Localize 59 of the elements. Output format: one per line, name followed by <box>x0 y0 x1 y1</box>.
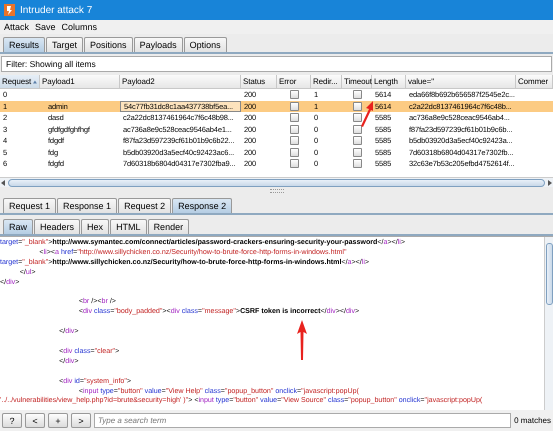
window-title: Intruder attack 7 <box>20 4 92 16</box>
checkbox[interactable] <box>290 113 298 122</box>
scrollbar-thumb[interactable] <box>8 178 545 186</box>
column-header[interactable]: Redir... <box>311 75 342 88</box>
tab[interactable]: Raw <box>3 219 34 234</box>
checkbox[interactable] <box>290 148 298 157</box>
checkbox[interactable] <box>352 159 362 168</box>
vertical-scrollbar[interactable] <box>544 237 553 410</box>
column-header[interactable]: Error <box>277 75 311 88</box>
column-header[interactable]: Timeout <box>342 75 372 88</box>
checkbox[interactable] <box>290 124 298 134</box>
column-header[interactable]: Status <box>241 75 277 88</box>
annotation-arrow <box>360 101 374 127</box>
splitter-handle[interactable] <box>270 189 284 193</box>
tab[interactable]: Payloads <box>134 37 183 52</box>
column-header[interactable]: Payload2 <box>120 75 241 88</box>
tab[interactable]: Request 1 <box>3 198 56 213</box>
search-field[interactable]: Type a search term <box>94 413 512 428</box>
tab[interactable]: Response 2 <box>172 198 232 213</box>
app-icon <box>4 4 15 16</box>
checkbox[interactable] <box>352 148 362 157</box>
menu-item[interactable]: Save <box>35 22 56 32</box>
search-nav-button[interactable]: < <box>25 413 45 428</box>
tab[interactable]: Hex <box>81 219 110 234</box>
scroll-right-icon[interactable] <box>547 180 552 186</box>
sort-arrow-icon <box>33 80 37 84</box>
checkbox[interactable] <box>352 90 362 100</box>
column-header[interactable]: Payload1 <box>40 75 120 88</box>
tab[interactable]: Headers <box>34 219 80 234</box>
checkbox[interactable] <box>290 102 298 111</box>
tab[interactable]: HTML <box>110 219 147 234</box>
tab[interactable]: Render <box>148 219 190 234</box>
menu-item[interactable]: Columns <box>62 22 98 32</box>
menu-item[interactable]: Attack <box>4 22 30 32</box>
column-header[interactable]: value=" <box>406 75 516 88</box>
column-header[interactable]: Request <box>0 75 40 88</box>
search-nav-button[interactable]: ? <box>2 413 22 428</box>
filter-text: Filter: Showing all items <box>6 59 96 69</box>
scroll-left-icon[interactable] <box>1 180 6 186</box>
column-header[interactable]: Commer <box>516 75 553 88</box>
checkbox[interactable] <box>290 136 298 146</box>
checkbox[interactable] <box>352 113 362 122</box>
tab[interactable]: Positions <box>84 37 133 52</box>
checkbox[interactable] <box>290 159 298 168</box>
match-count: 0 matches <box>514 416 551 425</box>
search-nav-button[interactable]: + <box>48 413 68 428</box>
tab[interactable]: Target <box>46 37 84 52</box>
checkbox[interactable] <box>290 90 298 100</box>
filter-bar[interactable]: Filter: Showing all items <box>1 56 552 72</box>
tab[interactable]: Results <box>3 37 46 52</box>
checkbox[interactable] <box>352 136 362 146</box>
annotation-arrow <box>296 320 308 360</box>
checkbox[interactable] <box>352 102 362 111</box>
tab[interactable]: Options <box>184 37 227 52</box>
column-header[interactable]: Length <box>372 75 406 88</box>
tab[interactable]: Response 1 <box>57 198 118 213</box>
search-nav-button[interactable]: > <box>71 413 91 428</box>
checkbox[interactable] <box>352 124 362 134</box>
tab[interactable]: Request 2 <box>118 198 172 213</box>
